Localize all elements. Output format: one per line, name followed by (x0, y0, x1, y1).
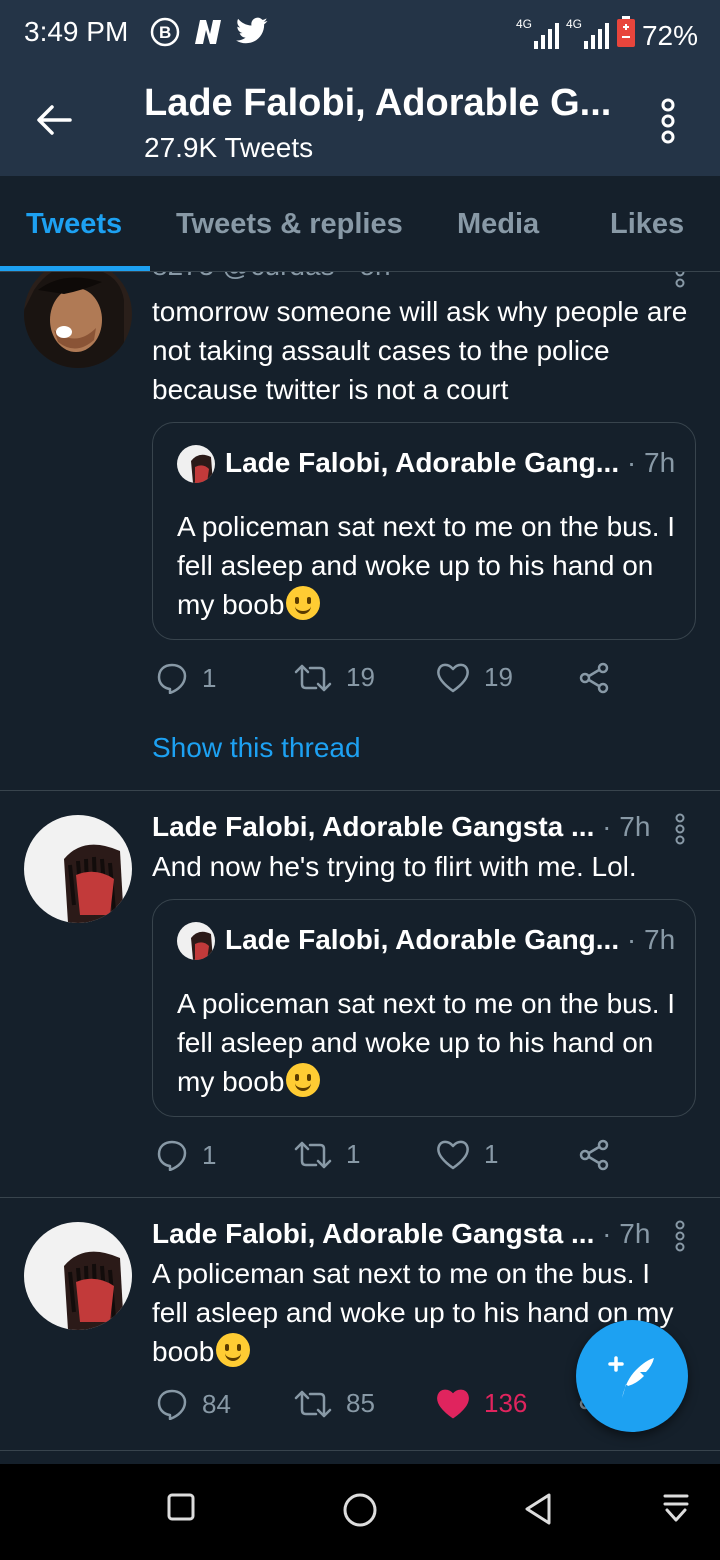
avatar[interactable] (24, 815, 132, 923)
share-button[interactable] (578, 662, 610, 694)
reply-icon (156, 1388, 188, 1420)
retweet-button[interactable]: 1 (294, 1139, 360, 1170)
arrow-left-icon[interactable] (34, 100, 74, 140)
tab-tweets[interactable]: Tweets (26, 208, 122, 241)
tab-tweets-and-replies[interactable]: Tweets & replies (176, 208, 403, 241)
slightly-smiling-face-icon (286, 586, 321, 620)
heart-icon (436, 1140, 470, 1170)
share-button[interactable] (578, 1139, 610, 1171)
tweet-item[interactable]: 8275 @curdas · on tomorrow someone will … (0, 272, 720, 790)
reply-button[interactable]: 1 (156, 662, 216, 694)
avatar[interactable] (24, 1222, 132, 1330)
retweet-icon (294, 1141, 332, 1169)
battery-percent: 72% (641, 19, 698, 51)
tweet-actions: 1 1 1 (152, 1139, 672, 1179)
tweet-actions: 1 19 19 (152, 662, 672, 702)
quoted-avatar (177, 922, 215, 960)
tweet-feed[interactable]: 8275 @curdas · on tomorrow someone will … (0, 272, 720, 1464)
quoted-tweet[interactable]: Lade Falobi, Adorable Gang... · 7h A pol… (152, 422, 696, 640)
quoted-text: A policeman sat next to me on the bus. I… (177, 988, 676, 1097)
tweet-text: tomorrow someone will ask why people are… (152, 296, 688, 405)
like-button[interactable]: 1 (436, 1139, 498, 1170)
slightly-smiling-face-icon (286, 1063, 321, 1097)
tab-media[interactable]: Media (457, 208, 539, 241)
share-icon (578, 1139, 610, 1171)
retweet-button[interactable]: 19 (294, 662, 375, 693)
like-button[interactable]: 19 (436, 662, 513, 693)
share-icon (578, 662, 610, 694)
tweet-text: And now he's trying to flirt with me. Lo… (152, 851, 637, 882)
more-icon[interactable] (672, 272, 688, 288)
heart-icon (436, 663, 470, 693)
retweet-icon (294, 664, 332, 692)
b-notification-icon: B (150, 17, 180, 52)
signal-icon: 4G (516, 17, 560, 51)
tweet-time: · 7h (602, 1218, 651, 1249)
status-indicators: 4G 4G 72% (516, 16, 698, 55)
more-icon[interactable] (672, 813, 688, 845)
tweet-count: 27.9K Tweets (144, 132, 314, 163)
home-icon[interactable] (342, 1492, 378, 1533)
quoted-avatar (177, 445, 215, 483)
signal-icon-2: 4G (566, 17, 610, 51)
quoted-tweet[interactable]: Lade Falobi, Adorable Gang... · 7h A pol… (152, 899, 696, 1117)
android-nav-bar (0, 1464, 720, 1560)
divider (0, 1450, 720, 1451)
author-name[interactable]: Lade Falobi, Adorable Gangsta ... (152, 1218, 594, 1249)
quoted-author-name: Lade Falobi, Adorable Gang... (225, 447, 620, 478)
quoted-author-name: Lade Falobi, Adorable Gang... (225, 924, 620, 955)
svg-text:B: B (159, 23, 171, 42)
battery-icon (616, 16, 636, 55)
more-icon[interactable] (672, 1220, 688, 1252)
quoted-text: A policeman sat next to me on the bus. I… (177, 511, 676, 620)
retweet-icon (294, 1390, 332, 1418)
profile-header: Lade Falobi, Adorable G... 27.9K Tweets (0, 64, 720, 176)
compose-tweet-button[interactable] (576, 1320, 688, 1432)
status-time: 3:49 PM (24, 16, 129, 47)
compose-tweet-icon (606, 1350, 658, 1407)
reply-icon (156, 1139, 188, 1171)
like-button[interactable]: 136 (436, 1388, 527, 1419)
show-thread-link[interactable]: Show this thread (152, 732, 361, 764)
quoted-time: · 7h (626, 924, 676, 955)
partial-tweet-header: 8275 @curdas · on (152, 272, 391, 282)
status-bar: 3:49 PM B 4G 4G 72% (0, 0, 720, 64)
profile-tabs: Tweets Tweets & replies Media Likes (0, 176, 720, 272)
heart-filled-icon (436, 1389, 470, 1419)
reply-icon (156, 662, 188, 694)
page-title: Lade Falobi, Adorable G... (144, 82, 612, 124)
twitter-notification-icon (236, 17, 268, 50)
active-tab-indicator (0, 266, 150, 271)
reply-button[interactable]: 84 (156, 1388, 231, 1420)
back-icon[interactable] (522, 1492, 554, 1531)
slightly-smiling-face-icon (216, 1333, 251, 1367)
recents-icon[interactable] (166, 1492, 196, 1527)
more-vertical-icon[interactable] (656, 98, 680, 144)
tab-likes[interactable]: Likes (610, 208, 684, 241)
news-notification-icon (192, 17, 224, 52)
tweet-item[interactable]: Lade Falobi, Adorable Gangsta ... · 7h A… (0, 791, 720, 1197)
tweet-time: · 7h (602, 811, 651, 842)
quoted-time: · 7h (626, 447, 676, 478)
retweet-button[interactable]: 85 (294, 1388, 375, 1419)
reply-button[interactable]: 1 (156, 1139, 216, 1171)
author-name[interactable]: Lade Falobi, Adorable Gangsta ... (152, 811, 594, 842)
notification-pull-icon[interactable] (662, 1492, 690, 1531)
avatar[interactable] (24, 272, 132, 368)
